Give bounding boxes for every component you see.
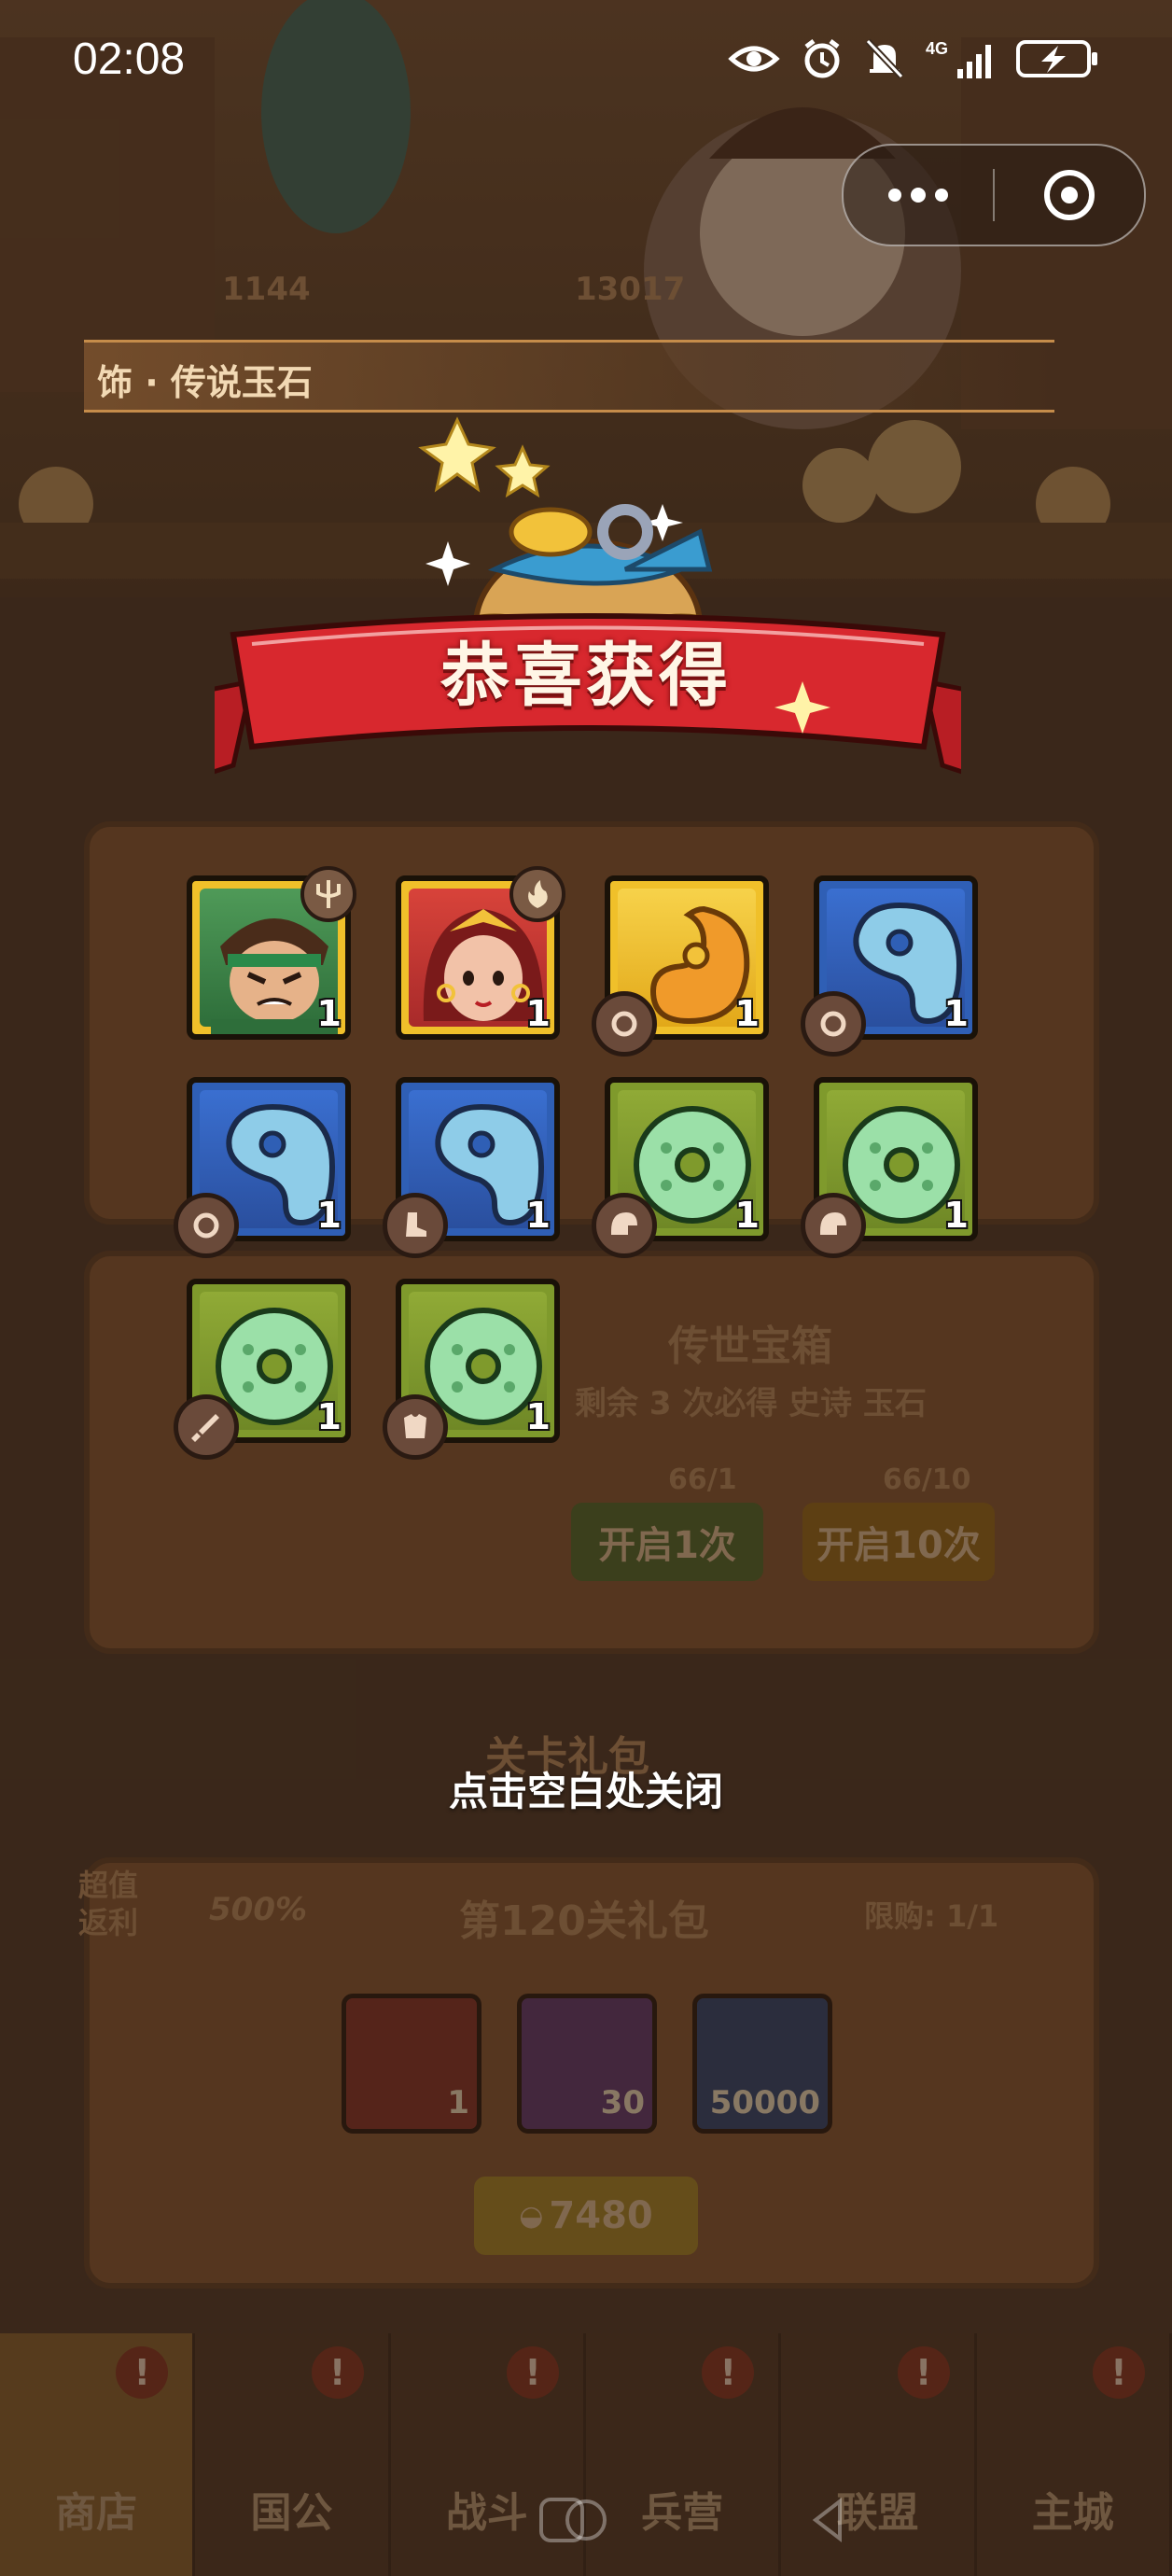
reward-jade-blue[interactable]: 1: [174, 1077, 351, 1258]
network-label: 4G: [926, 39, 948, 58]
reward-qty: 1: [316, 1195, 342, 1236]
reward-jade-green[interactable]: 1: [801, 1077, 978, 1258]
status-bar: 02:08 4G: [0, 0, 1172, 127]
status-icons: 4G: [728, 37, 1099, 80]
item-name-banner: 饰 · 传说玉石: [84, 340, 1054, 413]
battery-charging-icon: [1016, 40, 1097, 77]
ring-icon: [801, 991, 866, 1057]
sword-icon: [174, 1394, 239, 1460]
popup-title: 恭喜获得: [440, 636, 732, 716]
banner-text: 饰 · 传说玉石: [97, 362, 313, 403]
armor-icon: [383, 1394, 448, 1460]
signal-icon: 4G: [926, 39, 991, 78]
reward-hero-2[interactable]: 1: [396, 866, 565, 1040]
status-time: 02:08: [73, 35, 186, 84]
star-icon: [418, 416, 496, 493]
reward-qty: 1: [734, 993, 760, 1034]
miniprogram-capsule: [842, 144, 1146, 246]
more-dots-icon[interactable]: [844, 146, 993, 245]
reward-qty: 1: [943, 1195, 969, 1236]
star-icon: [495, 444, 551, 498]
fire-icon: [509, 866, 565, 922]
reward-jade-blue[interactable]: 1: [801, 875, 978, 1057]
reward-jade-blue[interactable]: 1: [383, 1077, 560, 1258]
helmet-icon: [801, 1193, 866, 1258]
back-triangle-icon: [812, 2497, 842, 2543]
reward-hero-1[interactable]: 1: [187, 866, 356, 1040]
reward-qty: 1: [525, 1396, 551, 1437]
home-circle-icon: [565, 2499, 607, 2541]
system-nav-bar: [539, 2497, 842, 2543]
reward-qty: 1: [316, 1396, 342, 1437]
reward-jade-green[interactable]: 1: [383, 1279, 560, 1460]
reward-qty: 1: [734, 1195, 760, 1236]
reward-jade-green[interactable]: 1: [592, 1077, 769, 1258]
boot-icon: [383, 1193, 448, 1258]
target-close-icon[interactable]: [995, 167, 1144, 223]
reward-qty: 1: [943, 993, 969, 1034]
reward-qty: 1: [525, 1195, 551, 1236]
reward-jade-gold[interactable]: 1: [592, 875, 769, 1057]
reward-jade-green[interactable]: 1: [174, 1279, 351, 1460]
close-hint[interactable]: 点击空白处关闭: [0, 1760, 1172, 1817]
ring-icon: [592, 991, 657, 1057]
sparkle-icon: [426, 541, 470, 586]
trident-icon: [300, 866, 356, 922]
mute-icon: [865, 38, 904, 79]
reward-qty: 1: [316, 993, 342, 1034]
gold-ingot: [509, 507, 593, 557]
reward-qty: 1: [525, 993, 551, 1034]
helmet-icon: [592, 1193, 657, 1258]
treasure-bag-header: [215, 416, 961, 775]
ring-icon: [174, 1193, 239, 1258]
eye-icon: [728, 46, 780, 72]
alarm-icon: [804, 39, 840, 78]
